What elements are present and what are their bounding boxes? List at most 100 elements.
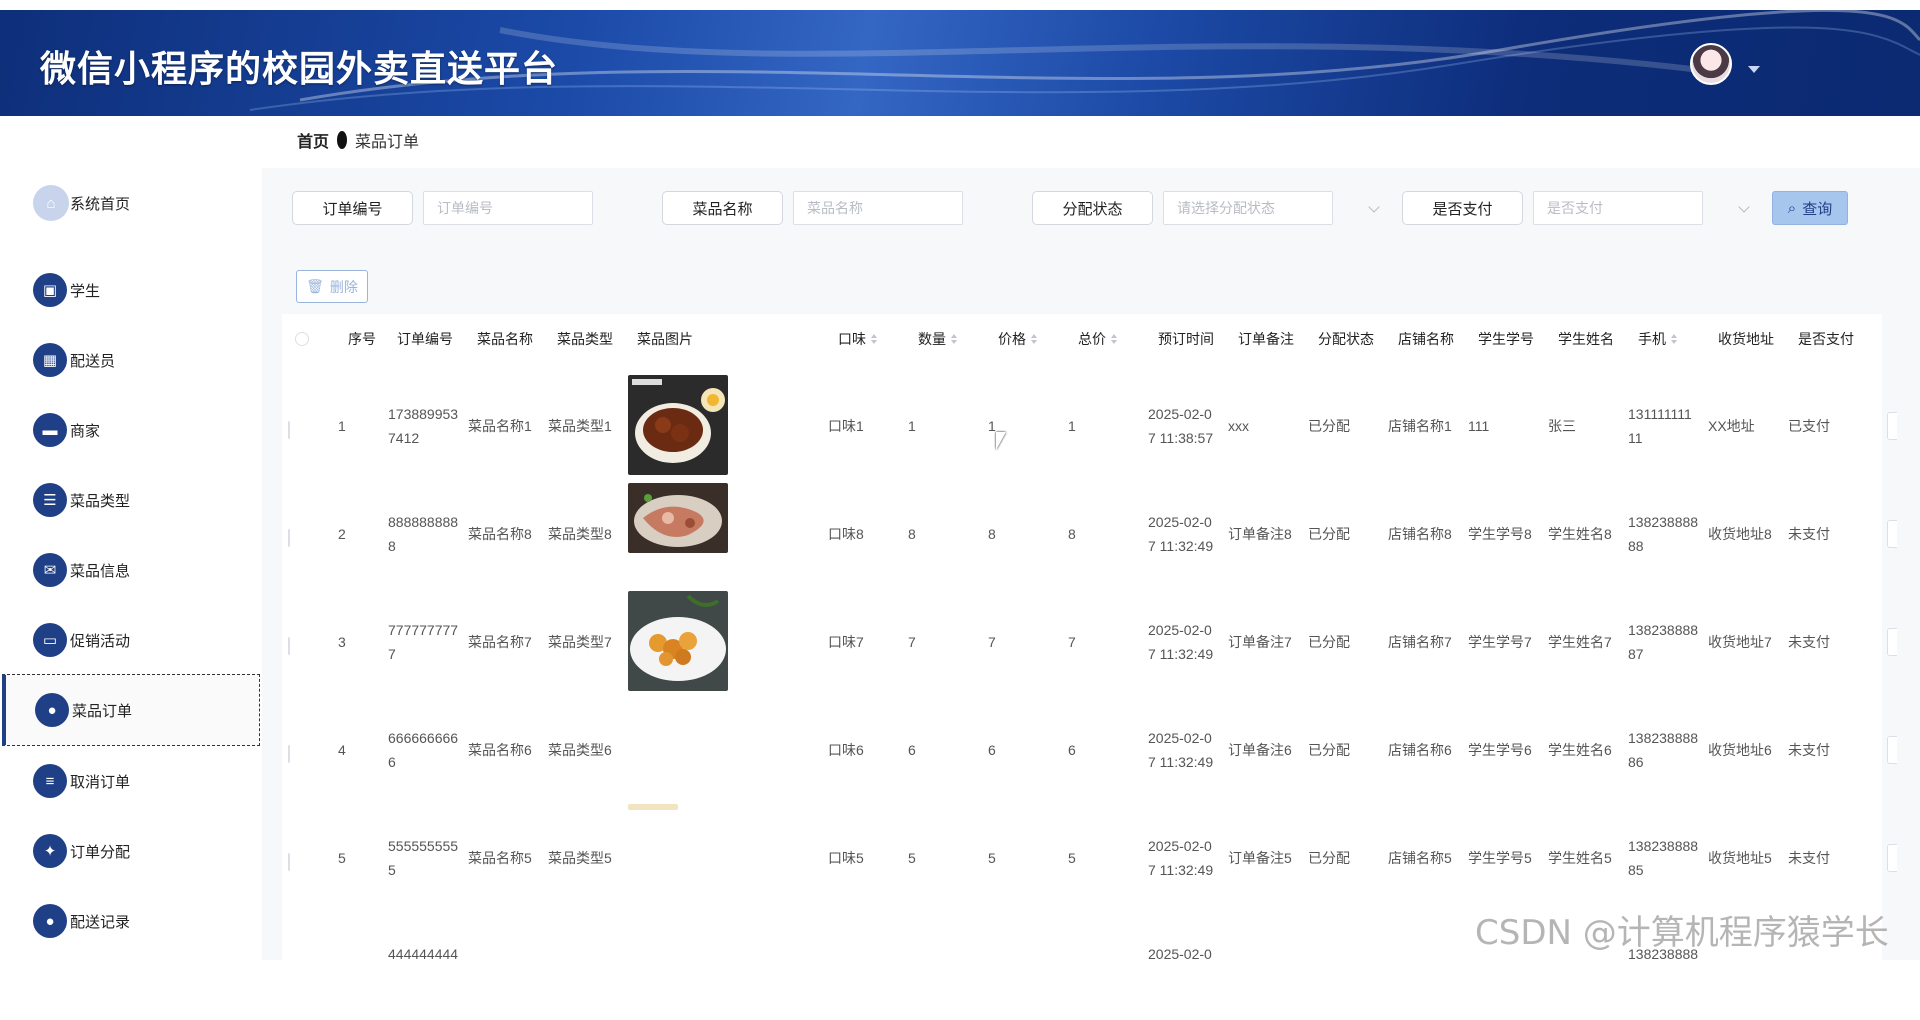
sort-icon[interactable] xyxy=(951,334,958,344)
query-button[interactable]: ⌕ 查询 xyxy=(1772,191,1848,225)
row-action-button[interactable] xyxy=(1887,736,1897,764)
cell-dish-type: 菜品类型1 xyxy=(548,418,612,434)
message-icon: ✉ xyxy=(33,553,67,587)
table-row[interactable]: 4 666666666 6 菜品名称6 菜品类型6 口味6 6 6 6 2025-… xyxy=(282,696,1897,804)
cell-price: 5 xyxy=(988,850,996,866)
col-price-label: 价格 xyxy=(998,331,1026,347)
sidebar-item-dish-type[interactable]: ☰ 菜品类型 xyxy=(0,465,260,535)
col-index: 序号 xyxy=(348,331,376,347)
sort-icon[interactable] xyxy=(1111,334,1118,344)
row-action-button[interactable] xyxy=(1887,520,1897,548)
row-action-button[interactable] xyxy=(1887,412,1897,440)
table-header: 序号 订单编号 菜品名称 菜品类型 菜品图片 口味 数量 价格 总价 预订时间 … xyxy=(282,314,1882,364)
clipboard-icon: ▣ xyxy=(33,273,67,307)
col-total[interactable]: 总价 xyxy=(1078,314,1118,364)
row-checkbox[interactable] xyxy=(288,742,290,766)
cell-shop-name: 店铺名称1 xyxy=(1388,418,1452,434)
cell-assign-status: 已分配 xyxy=(1308,850,1350,866)
sidebar-item-merchant[interactable]: ▬ 商家 xyxy=(0,395,260,465)
col-student-name: 学生姓名 xyxy=(1558,331,1614,347)
dish-image[interactable] xyxy=(628,591,728,691)
user-icon: ● xyxy=(33,904,67,938)
order-no-input[interactable]: 订单编号 xyxy=(423,191,593,225)
col-quantity-label: 数量 xyxy=(918,331,946,347)
dish-image[interactable] xyxy=(628,483,728,553)
delete-button[interactable]: 🗑 删除 xyxy=(296,270,368,303)
sidebar-item-promotion[interactable]: ▭ 促销活动 xyxy=(0,605,260,675)
row-checkbox[interactable] xyxy=(288,850,290,874)
row-checkbox[interactable] xyxy=(288,526,290,550)
assign-status-select[interactable]: 请选择分配状态 xyxy=(1163,191,1333,225)
user-avatar[interactable] xyxy=(1690,43,1732,85)
cell-taste: 口味6 xyxy=(828,742,864,758)
select-all-checkbox[interactable] xyxy=(295,314,309,364)
row-action-button[interactable] xyxy=(1887,628,1897,656)
table-row[interactable]: 2 888888888 8 菜品名称8 菜品类型8 口味8 8 8 8 2025-… xyxy=(282,480,1897,588)
bulb-icon: ● xyxy=(35,693,69,727)
table-row[interactable]: 1 173889953 7412 菜品名称1 菜品类型1 口味1 1 1 1 20… xyxy=(282,372,1897,480)
col-assign-status: 分配状态 xyxy=(1318,331,1374,347)
cell-total: 7 xyxy=(1068,634,1076,650)
col-quantity[interactable]: 数量 xyxy=(918,314,958,364)
sidebar-item-order-assign[interactable]: ✦ 订单分配 xyxy=(0,816,260,886)
cell-phone: 138238888 87 xyxy=(1628,622,1699,662)
breadcrumb: 首页 菜品订单 xyxy=(297,128,419,152)
row-action-button[interactable] xyxy=(1887,844,1897,872)
cell-taste: 口味5 xyxy=(828,850,864,866)
paid-select[interactable]: 是否支付 xyxy=(1533,191,1703,225)
sort-icon[interactable] xyxy=(1031,334,1038,344)
col-price[interactable]: 价格 xyxy=(998,314,1038,364)
sidebar-item-cancel-order[interactable]: ≡ 取消订单 xyxy=(0,746,260,816)
sidebar-item-dish-info[interactable]: ✉ 菜品信息 xyxy=(0,535,260,605)
cell-quantity: 6 xyxy=(908,742,916,758)
chevron-down-icon[interactable] xyxy=(1738,201,1750,213)
sidebar-item-label: 菜品类型 xyxy=(70,492,131,510)
cell-paid: 未支付 xyxy=(1788,634,1830,650)
sidebar-item-dish-order[interactable]: ● 菜品订单 xyxy=(2,674,260,746)
cell-address: XX地址 xyxy=(1708,418,1755,434)
sort-icon[interactable] xyxy=(1671,334,1678,344)
sliders-icon: ≡ xyxy=(33,764,67,798)
sidebar-item-label: 菜品订单 xyxy=(72,702,133,720)
col-student-no: 学生学号 xyxy=(1478,331,1534,347)
chevron-down-icon[interactable] xyxy=(1368,201,1380,213)
dish-image[interactable] xyxy=(628,804,678,810)
main-content: 订单编号 订单编号 菜品名称 菜品名称 分配状态 请选择分配状态 是否支付 是否… xyxy=(262,168,1920,974)
cell-note: xxx xyxy=(1228,418,1249,434)
app-title: 微信小程序的校园外卖直送平台 xyxy=(40,48,559,89)
dish-name-input[interactable]: 菜品名称 xyxy=(793,191,963,225)
col-dish-image: 菜品图片 xyxy=(637,331,693,347)
row-checkbox[interactable] xyxy=(288,634,290,658)
sidebar-item-home[interactable]: ⌂ 系统首页 xyxy=(0,168,260,238)
cell-assign-status: 已分配 xyxy=(1308,634,1350,650)
cell-assign-status: 已分配 xyxy=(1308,526,1350,542)
col-phone[interactable]: 手机 xyxy=(1638,314,1678,364)
col-paid: 是否支付 xyxy=(1798,331,1854,347)
table-row[interactable]: 3 777777777 7 菜品名称7 菜品类型7 口味7 7 7 7 2025-… xyxy=(282,588,1897,696)
cell-note: 订单备注8 xyxy=(1228,526,1292,542)
col-order-no: 订单编号 xyxy=(397,331,453,347)
col-dish-name: 菜品名称 xyxy=(477,331,533,347)
cell-paid: 未支付 xyxy=(1788,526,1830,542)
sidebar-item-courier[interactable]: ▦ 配送员 xyxy=(0,325,260,395)
sidebar-item-label: 商家 xyxy=(70,422,101,440)
sort-icon[interactable] xyxy=(871,334,878,344)
cell-assign-status: 已分配 xyxy=(1308,742,1350,758)
breadcrumb-current: 菜品订单 xyxy=(355,134,420,151)
cell-taste: 口味1 xyxy=(828,418,864,434)
cell-total: 6 xyxy=(1068,742,1076,758)
col-address: 收货地址 xyxy=(1718,331,1774,347)
col-taste[interactable]: 口味 xyxy=(838,314,878,364)
breadcrumb-home[interactable]: 首页 xyxy=(297,128,329,152)
sidebar-item-delivery-record[interactable]: ● 配送记录 xyxy=(0,886,260,956)
cell-note: 订单备注5 xyxy=(1228,850,1292,866)
sidebar-item-student[interactable]: ▣ 学生 xyxy=(0,255,260,325)
table-row[interactable]: 5 555555555 5 菜品名称5 菜品类型5 口味5 5 5 5 2025-… xyxy=(282,804,1897,912)
row-checkbox[interactable] xyxy=(288,418,290,442)
chevron-down-icon[interactable] xyxy=(1748,66,1760,73)
dish-image[interactable] xyxy=(628,375,728,475)
cell-order-time: 2025-02-0 7 11:32:49 xyxy=(1148,514,1214,554)
cell-quantity: 1 xyxy=(908,418,916,434)
cell-shop-name: 店铺名称7 xyxy=(1388,634,1452,650)
paid-label: 是否支付 xyxy=(1402,191,1523,225)
